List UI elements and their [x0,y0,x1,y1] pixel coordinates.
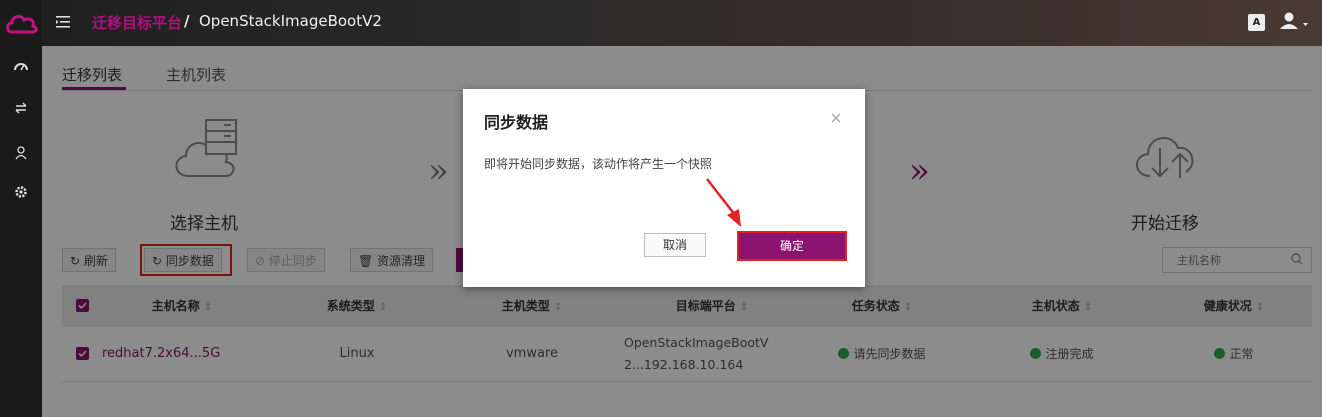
user-menu-icon[interactable] [1278,11,1312,33]
cancel-button[interactable]: 取消 [644,233,706,257]
top-bar: 迁移目标平台 / OpenStackImageBootV2 A [42,0,1322,46]
dialog-message: 即将开始同步数据，该动作将产生一个快照 [484,157,713,171]
dialog-title: 同步数据 [484,113,549,132]
left-sidebar [0,0,42,417]
close-icon[interactable] [829,111,843,125]
breadcrumb-current: OpenStackImageBootV2 [199,12,382,30]
dashboard-icon[interactable] [13,60,29,76]
breadcrumb-link[interactable]: 迁移目标平台 [92,12,182,33]
confirm-highlight-box [737,231,847,261]
language-label: A [1252,17,1261,28]
menu-toggle-icon[interactable] [54,13,72,31]
red-arrow-annotation-icon [706,178,741,227]
users-icon[interactable] [13,146,29,162]
breadcrumb-separator: / [184,12,190,30]
sync-data-dialog: 同步数据 即将开始同步数据，该动作将产生一个快照 取消 确定 [463,89,865,287]
language-switch-button[interactable]: A [1248,14,1265,31]
cloud-logo-icon[interactable] [4,8,38,38]
gear-icon[interactable] [13,185,29,201]
migration-arrows-icon[interactable] [13,101,29,117]
